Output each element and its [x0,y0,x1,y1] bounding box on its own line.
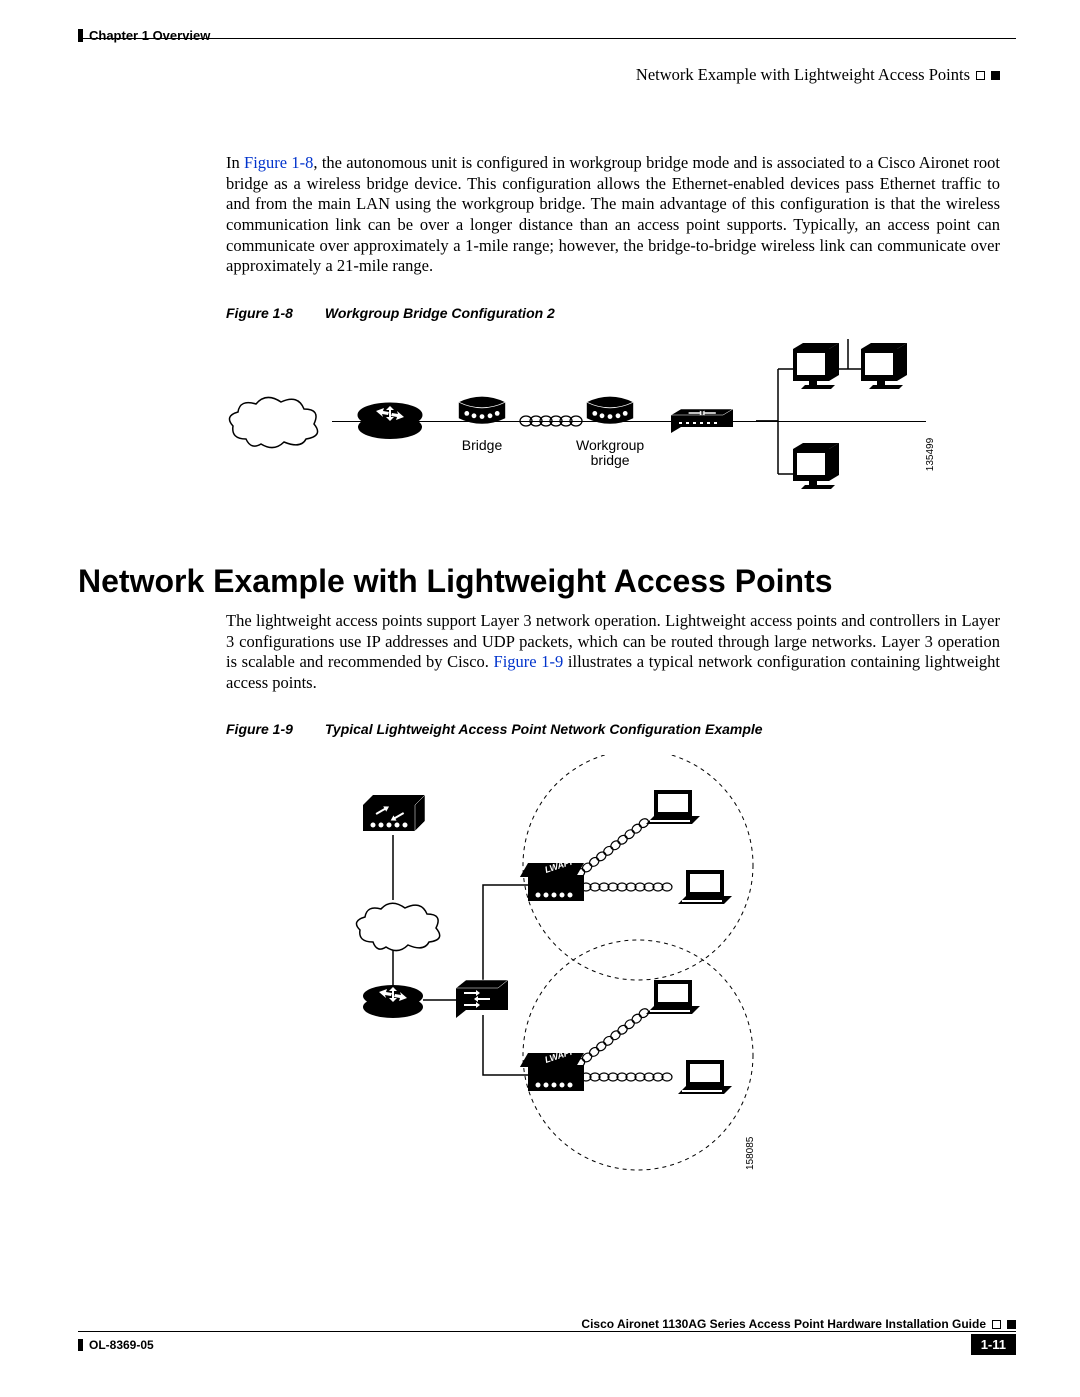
page-number: 1-11 [971,1334,1016,1355]
body-paragraph: The lightweight access points support La… [226,611,1000,694]
figure-ref-link[interactable]: Figure 1-9 [494,652,564,671]
workgroup-bridge-icon: Workgroup bridge [576,391,644,469]
para-rest: , the autonomous unit is configured in w… [226,153,1000,275]
footer-doc-id: OL-8369-05 [89,1338,154,1352]
header-rule [78,38,1016,39]
figure-ref-link[interactable]: Figure 1-8 [244,153,313,172]
cloud-icon [226,394,321,455]
footer-doc-title: Cisco Aironet 1130AG Series Access Point… [581,1317,986,1331]
para-prefix: In [226,153,244,172]
switch-icon [671,409,733,436]
monitor-icon [859,341,909,396]
controller-icon [363,795,425,831]
monitor-icon [791,441,841,496]
section-heading: Network Example with Lightweight Access … [78,564,1000,599]
figure-9-diagram: LWAPP LWAPP 158085 [328,755,788,1180]
figure-8-diagram: Bridge Workgroup bridge [226,339,926,504]
router-icon [356,401,424,444]
laptop-icon [646,790,700,824]
cloud-icon [356,904,439,951]
image-number: 135499 [925,438,936,471]
header-tick-icon [78,29,83,42]
bridge-label: Bridge [451,438,513,453]
laptop-icon [646,980,700,1014]
bridge-icon: Bridge [451,391,513,453]
switch-icon [456,980,508,1018]
footer-tick-icon [78,1339,83,1351]
router-icon [363,985,423,1018]
body-paragraph: In Figure 1-8, the autonomous unit is co… [226,153,1000,277]
lwapp-ap-icon: LWAPP [520,1046,584,1092]
svg-text:158085: 158085 [745,1137,756,1171]
header-end-icon [991,71,1000,80]
figure-number: Figure 1-8 [226,305,321,321]
figure-caption: Figure 1-9 Typical Lightweight Access Po… [226,721,1000,737]
monitor-icon [791,341,841,396]
laptop-icon [678,1060,732,1094]
header-chapter: Chapter 1 Overview [89,28,210,43]
figure-title: Workgroup Bridge Configuration 2 [325,305,555,321]
laptop-icon [678,870,732,904]
wgb-label-1: Workgroup [576,438,644,453]
figure-number: Figure 1-9 [226,721,321,737]
header-end-icon [976,71,985,80]
page-footer: Cisco Aironet 1130AG Series Access Point… [78,1317,1016,1355]
footer-rule [78,1331,1016,1332]
footer-end-icon [992,1320,1001,1329]
running-header: Chapter 1 Overview [78,28,1000,43]
header-left: Chapter 1 Overview [78,28,210,43]
lwapp-ap-icon: LWAPP [520,856,584,902]
footer-end-icon [1007,1320,1016,1329]
figure-caption: Figure 1-8 Workgroup Bridge Configuratio… [226,305,1000,321]
header-right: Network Example with Lightweight Access … [636,65,1000,85]
figure-title: Typical Lightweight Access Point Network… [325,721,763,737]
page: Chapter 1 Overview Network Example with … [0,0,1080,1397]
wgb-label-2: bridge [576,453,644,468]
header-section: Network Example with Lightweight Access … [636,65,970,85]
